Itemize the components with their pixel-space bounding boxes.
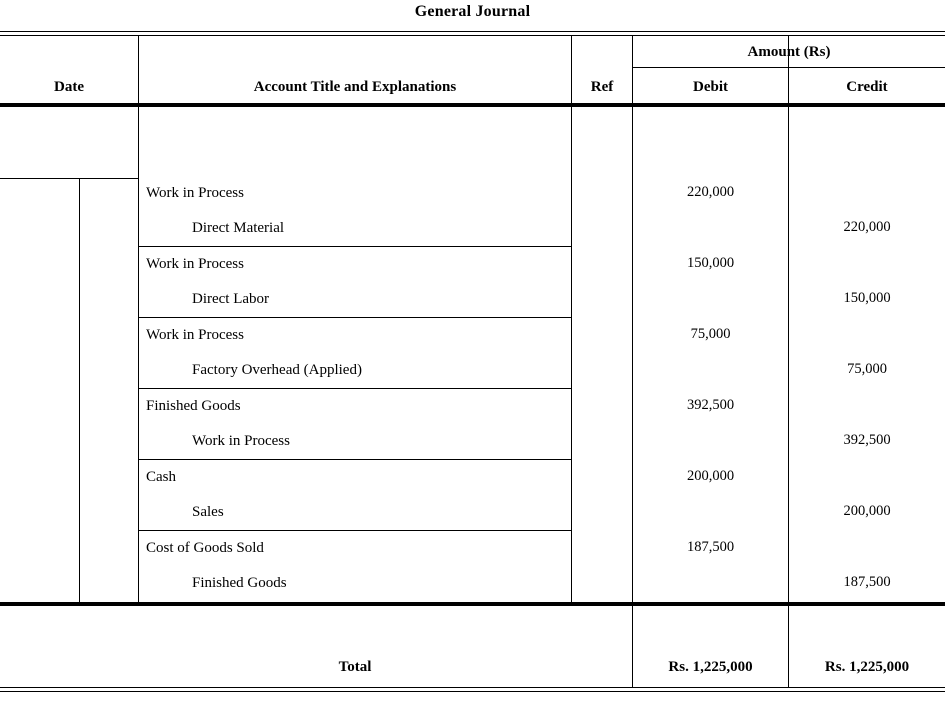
entry-debit-amount: 75,000 (690, 326, 731, 342)
entry-debit-amount: 220,000 (686, 184, 735, 200)
entry-credit-amount: 150,000 (843, 290, 891, 306)
entry-credit-amount: 392,500 (843, 432, 891, 448)
entry-debit-amount: 392,500 (686, 397, 735, 413)
bottom-rule-inner (0, 691, 945, 692)
header-bottom-rule (0, 103, 945, 107)
entry-credit-account: Direct Material (192, 220, 285, 236)
column-header-amount-group: Amount (Rs) (747, 44, 831, 60)
general-journal-page: General Journal Date Account Title and E… (0, 0, 945, 704)
entry-debit-account: Cost of Goods Sold (146, 540, 264, 556)
entry-credit-amount: 187,500 (843, 574, 891, 590)
top-rule-outer (0, 31, 945, 32)
entry-divider-2 (138, 317, 571, 318)
date-account-divider (138, 35, 139, 602)
column-header-date: Date (54, 79, 84, 95)
entry-credit-account: Direct Labor (192, 291, 270, 307)
entry-debit-account: Work in Process (146, 185, 244, 201)
entry-credit-amount: 220,000 (843, 219, 891, 235)
entry-debit-account: Work in Process (146, 327, 244, 343)
entry-debit-account: Work in Process (146, 256, 244, 272)
entry-debit-amount: 150,000 (686, 255, 735, 271)
entry-credit-account: Factory Overhead (Applied) (192, 362, 362, 378)
entry-credit-amount: 75,000 (847, 361, 887, 377)
entry-divider-3 (138, 388, 571, 389)
body-bottom-rule (0, 602, 945, 606)
page-title: General Journal (414, 3, 531, 20)
entry-debit-amount: 187,500 (686, 539, 735, 555)
total-credit-amount: Rs. 1,225,000 (824, 659, 910, 675)
entry-credit-account: Work in Process (192, 433, 290, 449)
column-header-ref: Ref (590, 79, 614, 95)
entry-debit-account: Finished Goods (146, 398, 241, 414)
entry-credit-account: Finished Goods (192, 575, 287, 591)
entry-divider-1 (138, 246, 571, 247)
date-cell-divider (0, 178, 138, 179)
total-label: Total (338, 659, 372, 675)
date-subcolumn-divider (79, 178, 80, 602)
column-header-debit: Debit (693, 79, 728, 95)
column-header-account: Account Title and Explanations (253, 79, 457, 95)
top-rule-inner (0, 35, 945, 36)
entry-divider-4 (138, 459, 571, 460)
total-debit-amount: Rs. 1,225,000 (668, 659, 753, 675)
entry-debit-account: Cash (146, 469, 176, 485)
bottom-rule-outer (0, 687, 945, 688)
entry-credit-account: Sales (192, 504, 224, 520)
ref-debit-divider (632, 35, 633, 687)
entry-debit-amount: 200,000 (686, 468, 735, 484)
column-header-credit: Credit (846, 79, 888, 95)
entry-divider-5 (138, 530, 571, 531)
entry-credit-amount: 200,000 (843, 503, 891, 519)
